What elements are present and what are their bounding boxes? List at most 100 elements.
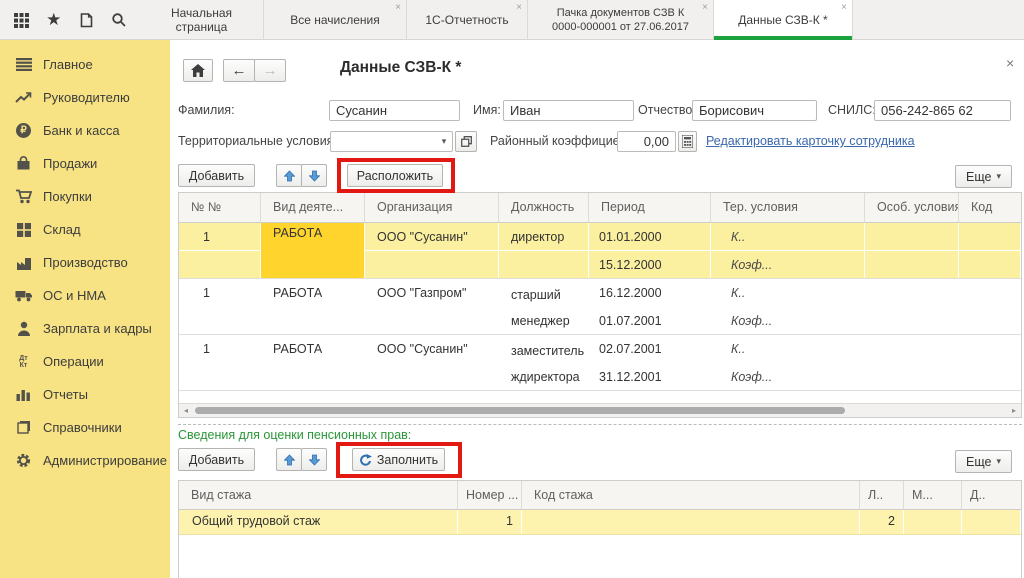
cell-org[interactable]: ООО "Газпром" <box>365 279 499 307</box>
move-up-button[interactable] <box>276 164 302 187</box>
tab-close-icon[interactable]: × <box>841 3 847 13</box>
move-down-button-pension[interactable] <box>301 448 327 471</box>
move-down-button[interactable] <box>301 164 327 187</box>
tab-close-icon[interactable]: × <box>516 3 522 13</box>
scroll-right-icon[interactable]: ▸ <box>1007 404 1021 417</box>
favorites-star-icon[interactable]: ★ <box>43 9 65 31</box>
col-header-stage-code[interactable]: Код стажа <box>522 481 860 509</box>
cell-ter2[interactable]: Коэф... <box>711 363 865 390</box>
firstname-field[interactable]: Иван <box>503 100 634 121</box>
tab-all-accruals[interactable]: Все начисления × <box>264 0 407 40</box>
cell-period-end[interactable]: 15.12.2000 <box>589 251 710 278</box>
cell-days[interactable] <box>962 510 1021 534</box>
cell-ter1[interactable]: К.. <box>711 335 865 363</box>
more-button[interactable]: Еще ▾ <box>955 165 1012 188</box>
home-button[interactable] <box>183 59 213 82</box>
cell-ter2[interactable]: Коэф... <box>711 307 865 334</box>
col-header-position[interactable]: Должность <box>499 193 589 222</box>
move-up-button-pension[interactable] <box>276 448 302 471</box>
sidebar-item-bank-i-kassa[interactable]: ₽ Банк и касса <box>0 114 170 147</box>
sidebar-item-zarplata-i-kadry[interactable]: Зарплата и кадры <box>0 312 170 345</box>
sidebar-item-proizvodstvo[interactable]: Производство <box>0 246 170 279</box>
cell-ter1[interactable]: К.. <box>711 279 865 307</box>
sidebar-item-otchety[interactable]: Отчеты <box>0 378 170 411</box>
col-header-kind[interactable]: Вид деяте... <box>261 193 365 222</box>
cell-number[interactable]: 1 <box>458 510 522 534</box>
col-header-stage-kind[interactable]: Вид стажа <box>179 481 458 509</box>
cell-position[interactable]: заместитель ждиректора <box>499 335 589 390</box>
sidebar-item-sklad[interactable]: Склад <box>0 213 170 246</box>
cell-period-start[interactable]: 16.12.2000 <box>589 279 711 307</box>
calculator-icon[interactable] <box>678 131 697 152</box>
cell-months[interactable] <box>904 510 962 534</box>
cell-position[interactable]: старший менеджер <box>499 279 589 334</box>
scroll-left-icon[interactable]: ◂ <box>179 404 193 417</box>
cell-org[interactable]: ООО "Сусанин" <box>365 335 499 363</box>
add-button-pension[interactable]: Добавить <box>178 448 255 471</box>
cell-ter2[interactable]: Коэф... <box>711 251 864 278</box>
tab-close-icon[interactable]: × <box>395 3 401 13</box>
cell-years[interactable]: 2 <box>860 510 904 534</box>
cell-period-end[interactable]: 01.07.2001 <box>589 307 711 334</box>
cell-kind-current[interactable]: РАБОТА <box>261 223 364 278</box>
table-row-selected[interactable]: 1 РАБОТА ООО "Сусанин" директор 01.01.20… <box>179 223 1021 279</box>
sidebar-item-os-i-nma[interactable]: ОС и НМА <box>0 279 170 312</box>
sidebar-item-spravochniki[interactable]: Справочники <box>0 411 170 444</box>
sidebar-item-administrirovanie[interactable]: Администрирование <box>0 444 170 477</box>
cell-num[interactable]: 1 <box>179 279 261 307</box>
sidebar-item-glavnoe[interactable]: Главное <box>0 48 170 81</box>
territorial-combo[interactable]: ▾ <box>330 131 453 152</box>
col-header-number[interactable]: Номер ... <box>458 481 522 509</box>
tab-document-pack[interactable]: Пачка документов СЗВ К 0000-000001 от 27… <box>528 0 714 40</box>
sidebar-item-rukovoditelyu[interactable]: Руководителю <box>0 81 170 114</box>
cell-period-end[interactable]: 31.12.2001 <box>589 363 711 390</box>
cell-kind[interactable]: РАБОТА <box>261 335 365 363</box>
col-header-months[interactable]: М... <box>904 481 962 509</box>
tab-close-icon[interactable]: × <box>702 3 708 13</box>
cell-position[interactable]: директор <box>499 223 588 251</box>
col-header-days[interactable]: Д.. <box>962 481 1021 509</box>
district-coef-field[interactable]: 0,00 <box>617 131 676 152</box>
cell-ter1[interactable]: К.. <box>711 223 864 251</box>
col-header-osob[interactable]: Особ. условия <box>865 193 959 222</box>
cell-period-start[interactable]: 02.07.2001 <box>589 335 711 363</box>
col-header-years[interactable]: Л.. <box>860 481 904 509</box>
table-row-selected[interactable]: Общий трудовой стаж 1 2 <box>179 510 1021 535</box>
forward-button[interactable]: → <box>254 59 286 82</box>
horizontal-scrollbar[interactable]: ◂ ▸ <box>179 403 1021 417</box>
snils-field[interactable]: 056-242-865 62 <box>874 100 1011 121</box>
table-row[interactable]: 1 РАБОТА ООО "Газпром" старший менеджер … <box>179 279 1021 335</box>
menu-grid-icon[interactable] <box>10 9 32 31</box>
tab-1c-reporting[interactable]: 1С-Отчетность × <box>407 0 528 40</box>
cell-num[interactable]: 1 <box>179 335 261 363</box>
history-icon[interactable] <box>75 9 97 31</box>
lastname-field[interactable]: Сусанин <box>329 100 460 121</box>
cell-stage-kind[interactable]: Общий трудовой стаж <box>179 510 458 534</box>
cell-kind[interactable]: РАБОТА <box>261 279 365 307</box>
middlename-field[interactable]: Борисович <box>692 100 817 121</box>
col-header-period[interactable]: Период <box>589 193 711 222</box>
col-header-ter[interactable]: Тер. условия <box>711 193 865 222</box>
table-row[interactable]: 1 РАБОТА ООО "Сусанин" заместитель ждире… <box>179 335 1021 391</box>
tab-home-page[interactable]: Начальная страница <box>140 0 264 40</box>
add-button[interactable]: Добавить <box>178 164 255 187</box>
arrange-button[interactable]: Расположить <box>347 164 443 187</box>
sidebar-item-operacii[interactable]: ДтКт Операции <box>0 345 170 378</box>
search-icon[interactable] <box>108 9 130 31</box>
sidebar-item-pokupki[interactable]: Покупки <box>0 180 170 213</box>
tab-szvk-data[interactable]: Данные СЗВ-К * × <box>714 0 853 40</box>
sidebar-item-prodazhi[interactable]: Продажи <box>0 147 170 180</box>
cell-num[interactable]: 1 <box>179 223 260 251</box>
fill-button[interactable]: Заполнить <box>352 448 445 471</box>
cell-org[interactable]: ООО "Сусанин" <box>365 223 498 251</box>
col-header-num[interactable]: № № <box>179 193 261 222</box>
back-button[interactable]: ← <box>223 59 255 82</box>
col-header-org[interactable]: Организация <box>365 193 499 222</box>
chevron-down-icon[interactable]: ▾ <box>436 136 452 147</box>
col-header-kod[interactable]: Код <box>959 193 1021 222</box>
territorial-open-button[interactable] <box>455 131 477 152</box>
edit-employee-card-link[interactable]: Редактировать карточку сотрудника <box>706 131 915 152</box>
scrollbar-thumb[interactable] <box>195 407 845 414</box>
cell-period-start[interactable]: 01.01.2000 <box>589 223 710 251</box>
more-button-pension[interactable]: Еще ▾ <box>955 450 1012 473</box>
